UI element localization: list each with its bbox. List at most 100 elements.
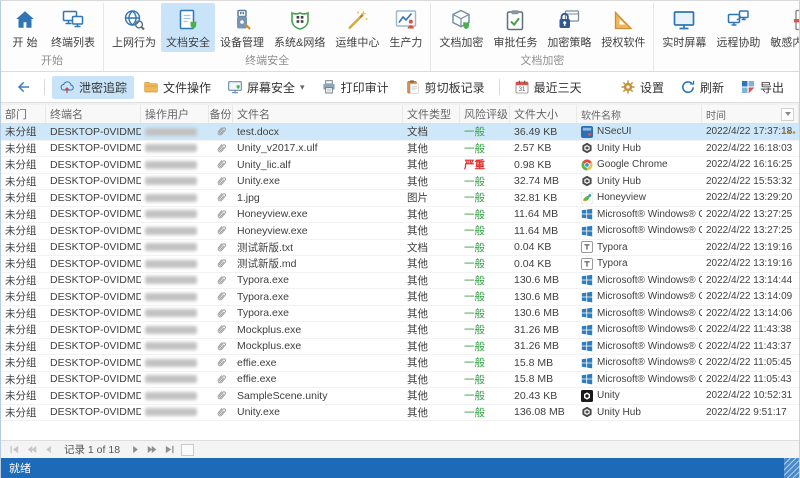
- time-value: 2022/4/22 13:19:16: [706, 241, 793, 253]
- column-header-software[interactable]: 软件名称: [577, 105, 702, 123]
- risk-badge: 一般: [464, 126, 485, 139]
- cell-dept: 未分组: [5, 324, 37, 337]
- column-header-dept[interactable]: 部门: [1, 105, 46, 123]
- row-more-button[interactable]: [782, 126, 796, 137]
- column-header-time[interactable]: 时间: [702, 105, 799, 123]
- cell-software: Microsoft® Windows® Oper...: [577, 339, 702, 355]
- ribbon-item-approval-task[interactable]: 审批任务: [488, 3, 542, 52]
- cell-filetype: 图片: [407, 192, 428, 205]
- ribbon-item-doc-encrypt[interactable]: 文档加密: [434, 3, 488, 52]
- table-row[interactable]: 未分组 DESKTOP-0VIDMDJ Mockplus.exe 其他 一般 31.26 …: [1, 322, 799, 339]
- toolbar-button-clipboard-record[interactable]: 剪切板记录: [398, 76, 492, 99]
- column-header-filename[interactable]: 文件名: [233, 105, 403, 123]
- column-header-backup[interactable]: 备份: [209, 105, 233, 123]
- ribbon-item-web-behavior[interactable]: 上网行为: [107, 3, 161, 52]
- sensitive-scan-icon: [791, 8, 799, 32]
- table-row[interactable]: 未分组 DESKTOP-0VIDMDJ Typora.exe 其他 一般 130.6 MB…: [1, 273, 799, 289]
- cell-time: 2022/4/22 15:53:32: [702, 174, 799, 190]
- resize-grip[interactable]: [784, 458, 799, 478]
- table-row[interactable]: 未分组 DESKTOP-0VIDMDJ 测试新版.md 其他 一般 0.04 KB Typo…: [1, 256, 799, 273]
- table-row[interactable]: 未分组 DESKTOP-0VIDMDJ Unity.exe 其他 一般 136.08 MB…: [1, 405, 799, 421]
- doc-security-icon: [176, 8, 200, 32]
- ribbon-item-home[interactable]: 开 始: [4, 3, 46, 52]
- cell-software: NSecUI: [577, 124, 702, 140]
- ribbon-item-device-mgmt[interactable]: 设备管理: [215, 3, 269, 52]
- column-header-label: 操作用户: [145, 109, 189, 121]
- column-header-terminal[interactable]: 终端名: [46, 105, 141, 123]
- toolbar-button-leak-trace[interactable]: 泄密追踪: [52, 75, 135, 99]
- cell-software: Unity Hub: [577, 174, 702, 190]
- ribbon-item-label: 运维中心: [335, 37, 380, 49]
- encrypt-policy-icon: [557, 8, 581, 32]
- ribbon-item-sys-network[interactable]: 系统&网络: [269, 3, 330, 52]
- page-size-button[interactable]: [181, 443, 195, 456]
- software-name: Unity Hub: [597, 406, 641, 418]
- cell-backup: [209, 207, 233, 223]
- ribbon-item-realtime-screen[interactable]: 实时屏幕: [657, 3, 711, 52]
- column-header-label: 风险评级: [464, 109, 508, 121]
- table-row[interactable]: 未分组 DESKTOP-0VIDMDJ SampleScene.unity 其他 一般 2…: [1, 388, 799, 405]
- table-row[interactable]: 未分组 DESKTOP-0VIDMDJ 测试新版.txt 文档 一般 0.04 KB Typ…: [1, 240, 799, 256]
- table-row[interactable]: 未分组 DESKTOP-0VIDMDJ Unity.exe 其他 一般 32.74 MB U…: [1, 174, 799, 190]
- software-name: Unity: [597, 390, 620, 402]
- toolbar-button-export[interactable]: 导出: [733, 76, 791, 99]
- filter-dropdown-icon[interactable]: [781, 107, 794, 121]
- cell-filetype: 其他: [407, 225, 428, 238]
- cell-filename: Unity_v2017.x.ulf: [237, 142, 318, 155]
- table-row[interactable]: 未分组 DESKTOP-0VIDMDJ effie.exe 其他 一般 15.8 MB Mi…: [1, 372, 799, 388]
- table-row[interactable]: 未分组 DESKTOP-0VIDMDJ Typora.exe 其他 一般 130.6 MB…: [1, 306, 799, 322]
- paperclip-icon: [212, 157, 230, 173]
- ribbon-item-terminal-list[interactable]: 终端列表: [46, 3, 100, 52]
- cell-terminal: DESKTOP-0VIDMDJ: [50, 323, 141, 336]
- table-row[interactable]: 未分组 DESKTOP-0VIDMDJ Typora.exe 其他 一般 130.6 MB…: [1, 289, 799, 306]
- paperclip-icon: [212, 190, 230, 206]
- ribbon-item-sensitive-scan[interactable]: 敏感内容扫描: [765, 3, 799, 52]
- software-name: Google Chrome: [597, 159, 668, 171]
- column-header-user[interactable]: 操作用户: [141, 105, 209, 123]
- ribbon-item-label: 系统&网络: [274, 37, 326, 49]
- cell-filename: Honeyview.exe: [237, 208, 308, 221]
- prev-page-button[interactable]: [41, 443, 56, 456]
- last-page-button[interactable]: [162, 443, 177, 456]
- column-header-risk[interactable]: 风险评级: [460, 105, 510, 123]
- first-page-button[interactable]: [7, 443, 22, 456]
- software-name: Typora: [597, 241, 628, 253]
- cell-software: Microsoft® Windows® Oper...: [577, 289, 702, 305]
- table-row[interactable]: 未分组 DESKTOP-0VIDMDJ effie.exe 其他 一般 15.8 MB Mi…: [1, 355, 799, 372]
- toolbar-button-refresh[interactable]: 刷新: [673, 76, 731, 99]
- cell-user: [141, 174, 209, 190]
- honeyview-icon: [581, 191, 593, 204]
- column-header-label: 文件类型: [407, 109, 451, 121]
- ribbon-item-ops-center[interactable]: 运维中心: [330, 3, 384, 52]
- toolbar-button-settings-gear[interactable]: 设置: [613, 76, 671, 99]
- column-header-size[interactable]: 文件大小: [510, 105, 577, 123]
- next-page-button[interactable]: [128, 443, 143, 456]
- column-header-type[interactable]: 文件类型: [403, 105, 460, 123]
- cell-backup: [209, 273, 233, 289]
- date-filter-button[interactable]: 31 最近三天: [507, 76, 589, 99]
- table-row[interactable]: 未分组 DESKTOP-0VIDMDJ Honeyview.exe 其他 一般 11.64…: [1, 223, 799, 240]
- ribbon-item-remote-assist[interactable]: 远程协助: [711, 3, 765, 52]
- toolbar-button-print-audit[interactable]: 打印审计: [314, 76, 396, 99]
- ribbon-item-productivity[interactable]: 生产力: [384, 3, 427, 52]
- table-row[interactable]: 未分组 DESKTOP-0VIDMDJ Unity_v2017.x.ulf 其他 一般 2…: [1, 141, 799, 157]
- ribbon-item-doc-security[interactable]: 文档安全: [161, 3, 215, 52]
- fast-next-page-button[interactable]: [145, 443, 160, 456]
- toolbar-button-file-ops[interactable]: 文件操作: [136, 76, 218, 99]
- windows-icon: [581, 274, 593, 286]
- fast-prev-page-button[interactable]: [24, 443, 39, 456]
- table-row[interactable]: 未分组 DESKTOP-0VIDMDJ 1.jpg 图片 一般 32.81 KB Honey…: [1, 190, 799, 207]
- cell-filetype: 其他: [407, 208, 428, 221]
- table-row[interactable]: 未分组 DESKTOP-0VIDMDJ Unity_lic.alf 其他 严重 0.98 …: [1, 157, 799, 174]
- back-button[interactable]: [9, 76, 37, 98]
- table-row[interactable]: 未分组 DESKTOP-0VIDMDJ Mockplus.exe 其他 一般 31.26 …: [1, 339, 799, 355]
- cell-user: [141, 141, 209, 157]
- table-row[interactable]: 未分组 DESKTOP-0VIDMDJ test.docx 文档 一般 36.49 KB N…: [1, 124, 799, 141]
- table-row[interactable]: 未分组 DESKTOP-0VIDMDJ Honeyview.exe 其他 一般 11.64…: [1, 207, 799, 223]
- nsecui-icon: [581, 125, 593, 138]
- software-name: Typora: [597, 258, 628, 270]
- toolbar-button-screen-security[interactable]: 屏幕安全 ▾: [220, 76, 312, 99]
- ribbon-item-encrypt-policy[interactable]: 加密策略: [542, 3, 596, 52]
- paperclip-icon: [212, 405, 230, 421]
- ribbon-item-licensed-software[interactable]: 授权软件: [596, 3, 650, 52]
